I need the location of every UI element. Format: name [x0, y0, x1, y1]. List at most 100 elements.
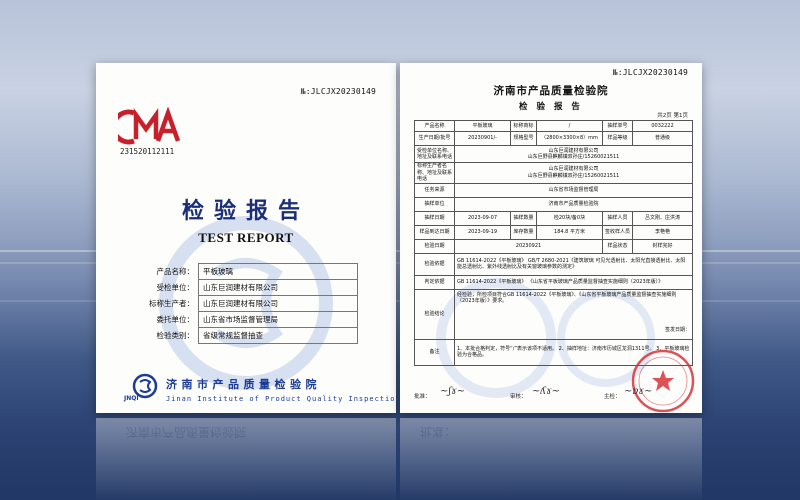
cell-value: 吕文刚、庄洪涛 — [632, 210, 693, 226]
cell-label: 判定依据 — [414, 274, 455, 290]
cell-value: 李艳艳 — [632, 224, 693, 240]
table-row: 样品到达日期 2023-09-19 库存数量 184.8 平方米 签收样人员 李… — [414, 224, 693, 240]
cell-value: 0032222 — [632, 120, 693, 132]
cma-mark-icon — [118, 107, 180, 145]
field-value: 山东巨润建材有限公司 — [198, 279, 358, 296]
cell-value: （2800×3300×8）mm — [536, 131, 603, 146]
cell-value: 184.8 平方米 — [536, 224, 603, 240]
cell-value: 2023-09-19 — [454, 224, 511, 240]
conclusion-text: 经检验，所检项目符合GB 11614-2022《平板玻璃》、《山东省平板玻璃产品… — [457, 291, 677, 305]
table-row: 检验结论 经检验，所检项目符合GB 11614-2022《平板玻璃》、《山东省平… — [414, 288, 693, 340]
cell-label: 标称生产者名称、地址及联系电话 — [414, 162, 455, 184]
cell-label: 检验结论 — [414, 288, 455, 340]
page-indicator: 共2页 第1页 — [657, 113, 688, 119]
table-row: 检验依据 GB 11614-2022《平板玻璃》 GB/T 2680-2021《… — [414, 252, 693, 276]
editor-signature: ~ɐɤ~ — [624, 386, 653, 397]
cell-label: 签收样人员 — [602, 224, 633, 240]
producer-address: 山东巨野县麒麟镇双孙庄/15260021511 — [527, 172, 620, 179]
cell-value: 20230921 — [454, 238, 603, 254]
official-stamp-icon — [631, 349, 695, 413]
table-row: 标称生产者名称、地址及联系电话 山东巨润建材有限公司 山东巨野县麒麟镇双孙庄/15… — [414, 162, 693, 184]
field-value: 山东巨润建材有限公司 — [198, 295, 358, 312]
cover-page: №:JLCJX20230149 231520112111 检验报告 TEST R… — [96, 63, 396, 413]
cell-value: 封样完好 — [632, 238, 693, 254]
reviewer-signature: ~ʎɤ~ — [532, 386, 561, 397]
reflection-text: 济南市产品质量检验院 — [126, 425, 247, 439]
cell-value: 检20块/备0块 — [536, 210, 603, 226]
table-row: 任务来源 山东省市场监督管理局 — [414, 182, 693, 198]
field-label: 检验类别： — [156, 331, 195, 340]
detail-reflection: 批准： — [400, 418, 702, 500]
approver-label: 批准： — [414, 394, 431, 400]
report-title-en: TEST REPORT — [198, 230, 294, 245]
table-row: 产品名称 平板玻璃 标称商标 / 抽样单号 0032222 — [414, 120, 693, 132]
field-label: 标称生产者： — [149, 299, 194, 308]
cell-value: 普通级 — [632, 131, 693, 146]
report-title-cn: 检验报告 — [181, 198, 310, 224]
cell-value: GB 11614-2022《平板玻璃》 《山东省平板玻璃产品质量监督抽查实施细则… — [454, 274, 693, 290]
cell-value: 2023-09-07 — [454, 210, 511, 226]
cell-value: 山东省市场监督管理局 — [454, 182, 693, 198]
cell-label: 产品名称 — [414, 120, 455, 132]
cell-label: 标称商标 — [510, 120, 537, 132]
institute-abbr: JNQI — [124, 395, 139, 402]
field-value: 平板玻璃 — [198, 263, 358, 280]
cell-label: 样品等级 — [602, 131, 633, 146]
cell-label: 规格型号 — [510, 131, 537, 146]
cell-label: 抽样单号 — [602, 120, 633, 132]
table-row: 抽样日期 2023-09-07 抽样数量 检20块/备0块 抽样人员 吕文刚、庄… — [414, 210, 693, 226]
cell-label: 抽样日期 — [414, 210, 455, 226]
report-number: №:JLCJX20230149 — [612, 68, 688, 77]
cell-value: 山东巨润建材有限公司 山东巨野县麒麟镇双孙庄/15260021511 — [454, 145, 693, 163]
cell-label: 任务来源 — [414, 182, 455, 198]
detail-table: 产品名称 平板玻璃 标称商标 / 抽样单号 0032222 生产日期/批号 20… — [414, 120, 693, 366]
field-label: 委托单位： — [156, 315, 195, 324]
cell-label: 检验日期 — [414, 238, 455, 254]
table-row: 受检单位： 山东巨润建材有限公司 — [136, 279, 358, 296]
cell-label: 样品到达日期 — [414, 224, 455, 240]
table-row: 产品名称： 平板玻璃 — [136, 263, 358, 280]
cover-reflection: 济南市产品质量检验院 — [96, 418, 396, 500]
table-row: 生产日期/批号 20230901/- 规格型号 （2800×3300×8）mm … — [414, 131, 693, 146]
table-row: 检验类别： 省级常规监督抽查 — [136, 327, 358, 344]
cell-label: 备注 — [414, 338, 455, 366]
report-number: №:JLCJX20230149 — [300, 87, 376, 96]
reviewer-label: 审核： — [510, 394, 527, 400]
field-value: 省级常规监督抽查 — [198, 327, 358, 344]
cell-label: 抽样单位 — [414, 196, 455, 212]
institute-title: 济南市产品质量检验院 — [493, 85, 609, 97]
field-label: 产品名称： — [156, 267, 195, 276]
cell-value: 山东巨润建材有限公司 山东巨野县麒麟镇双孙庄/15260021511 — [454, 162, 693, 184]
editor-label: 主检： — [604, 394, 621, 400]
cell-label: 检验依据 — [414, 252, 455, 276]
cell-value: / — [536, 120, 603, 132]
table-row: 检验日期 20230921 样品状态 封样完好 — [414, 238, 693, 254]
cover-info-table: 产品名称： 平板玻璃 受检单位： 山东巨润建材有限公司 标称生产者： 山东巨润建材有限… — [136, 263, 358, 344]
table-row: 委托单位： 山东省市场监督管理局 — [136, 311, 358, 328]
certificate-number: 231520112111 — [120, 147, 175, 156]
institute-name-en: Jinan Institute of Product Quality Inspe… — [166, 395, 396, 403]
table-row: 判定依据 GB 11614-2022《平板玻璃》 《山东省平板玻璃产品质量监督抽… — [414, 274, 693, 290]
institute-name-cn: 济南市产品质量检验院 — [166, 378, 321, 391]
inspected-address: 山东巨野县麒麟镇双孙庄/15260021511 — [527, 154, 620, 160]
cell-label: 抽样数量 — [510, 210, 537, 226]
cell-label: 抽样人员 — [602, 210, 633, 226]
cell-value: 20230901/- — [454, 131, 511, 146]
reflection-text: 批准： — [420, 425, 457, 439]
field-value: 山东省市场监督管理局 — [198, 311, 358, 328]
cell-label: 生产日期/批号 — [414, 131, 455, 146]
cell-value: GB 11614-2022《平板玻璃》 GB/T 2680-2021《建筑玻璃 … — [454, 252, 693, 276]
cell-label: 样品状态 — [602, 238, 633, 254]
cell-value: 经检验，所检项目符合GB 11614-2022《平板玻璃》、《山东省平板玻璃产品… — [454, 288, 693, 340]
cell-value: 平板玻璃 — [454, 120, 511, 132]
table-row: 标称生产者： 山东巨润建材有限公司 — [136, 295, 358, 312]
cell-label: 受检单位名称、地址及联系电话 — [414, 145, 455, 163]
issue-date-label: 签发日期： — [664, 326, 690, 333]
cell-label: 库存数量 — [510, 224, 537, 240]
approver-signature: ~ʃɤ~ — [440, 386, 466, 397]
table-row: 抽样单位 济南市产品质量检验院 — [414, 196, 693, 212]
field-label: 受检单位： — [156, 283, 195, 292]
detail-page: №:JLCJX20230149 济南市产品质量检验院 检 验 报 告 共2页 第… — [400, 63, 702, 413]
table-row: 受检单位名称、地址及联系电话 山东巨润建材有限公司 山东巨野县麒麟镇双孙庄/152… — [414, 145, 693, 163]
cell-value: 济南市产品质量检验院 — [454, 196, 693, 212]
